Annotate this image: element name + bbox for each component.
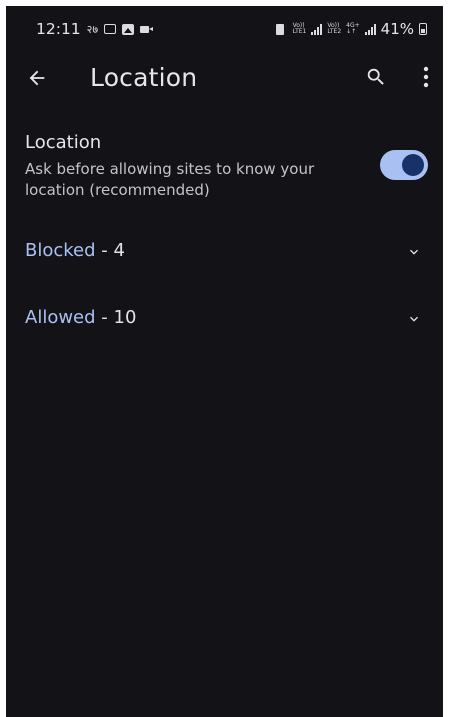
search-button[interactable] (363, 64, 389, 90)
location-setting-row[interactable]: Location Ask before allowing sites to kn… (6, 128, 443, 204)
network-label-3: 4G+ ↓↑ (346, 22, 360, 35)
network-label-1: Vo)) LTE1 (292, 22, 307, 35)
status-left: 12:11 २७ (36, 20, 154, 38)
arrow-left-icon (29, 70, 45, 86)
notification-text: २७ (86, 22, 99, 36)
expand-blocked-button[interactable] (404, 242, 424, 262)
blocked-label: Blocked - 4 (25, 240, 125, 261)
battery-percent: 41% (380, 20, 414, 38)
back-button[interactable] (23, 64, 51, 92)
signal-bars-icon (364, 23, 376, 35)
location-setting-description: Ask before allowing sites to know your l… (25, 160, 315, 199)
sim-card-icon (275, 23, 284, 35)
allowed-section-header[interactable]: Allowed - 10 (6, 295, 443, 345)
more-vertical-icon (423, 66, 429, 88)
signal-bars-icon (311, 23, 323, 35)
battery-icon (419, 23, 427, 35)
screen: 12:11 २७ Vo)) LTE1 Vo)) LTE2 4G+ ↓↑ 41% … (6, 6, 443, 717)
status-time: 12:11 (36, 20, 81, 38)
blocked-count: 4 (113, 240, 125, 261)
notification-badge-icon (104, 24, 117, 34)
image-notification-icon (122, 23, 135, 35)
toggle-knob (402, 154, 424, 176)
status-right: Vo)) LTE1 Vo)) LTE2 4G+ ↓↑ 41% (275, 20, 427, 38)
search-icon (367, 68, 384, 85)
location-setting-title: Location (25, 132, 102, 153)
chevron-down-icon (410, 249, 418, 255)
location-toggle[interactable] (380, 150, 428, 180)
video-notification-icon (140, 25, 154, 33)
allowed-label: Allowed - 10 (25, 307, 137, 328)
app-bar: Location (6, 50, 443, 106)
network-label-2: Vo)) LTE2 (327, 22, 342, 35)
chevron-down-icon (410, 316, 418, 322)
expand-allowed-button[interactable] (404, 309, 424, 329)
allowed-count: 10 (113, 307, 137, 328)
page-title: Location (90, 63, 198, 92)
more-options-button[interactable] (416, 64, 436, 90)
status-bar: 12:11 २७ Vo)) LTE1 Vo)) LTE2 4G+ ↓↑ 41% (6, 6, 443, 46)
blocked-section-header[interactable]: Blocked - 4 (6, 228, 443, 278)
